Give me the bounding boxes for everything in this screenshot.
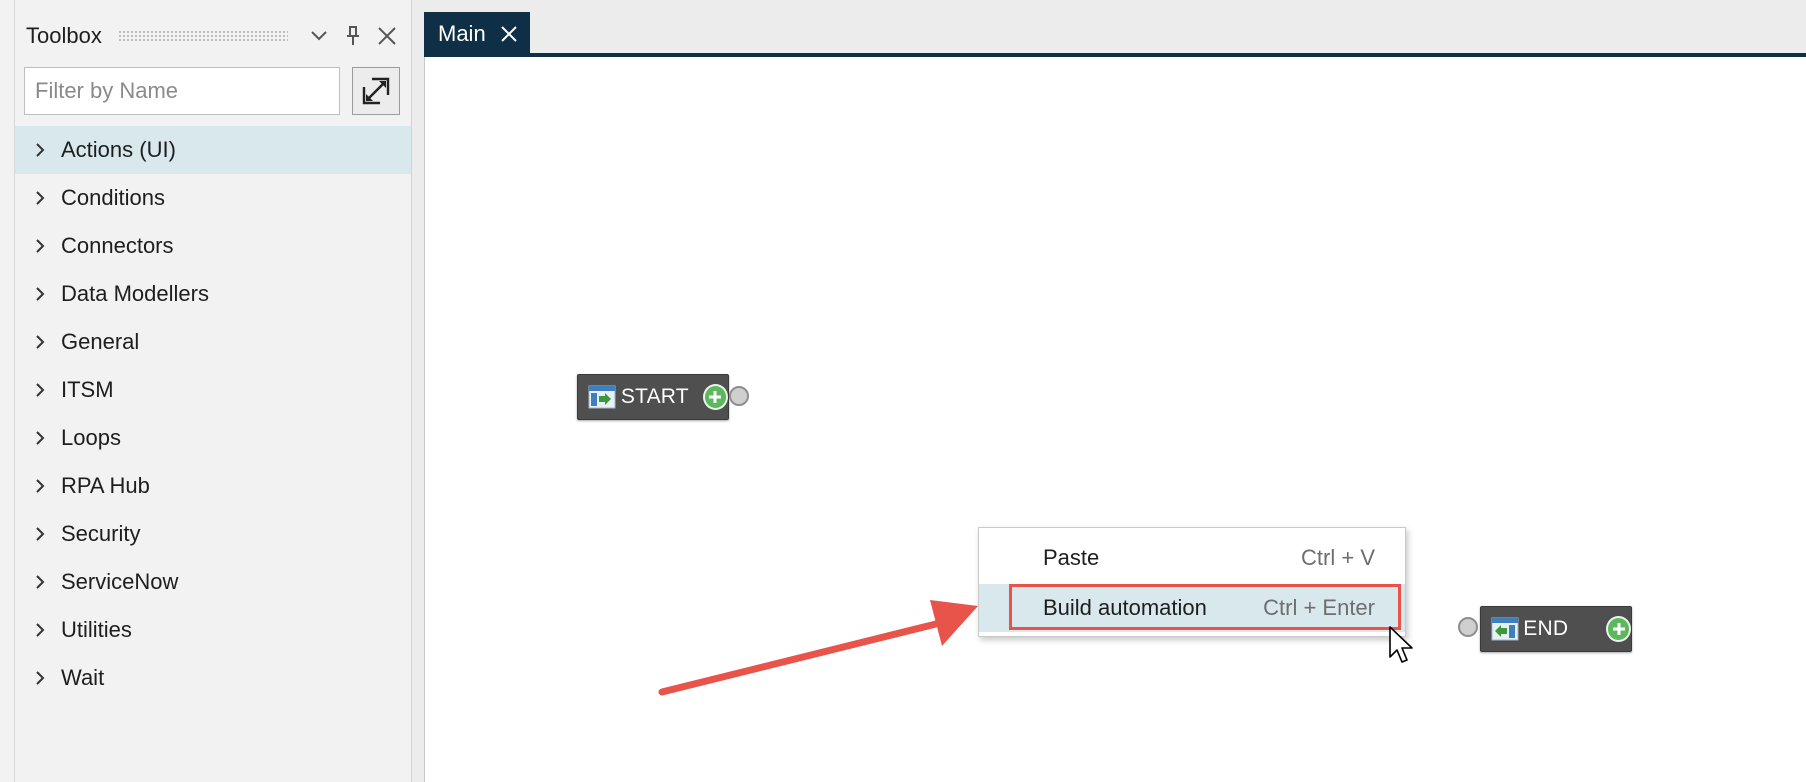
category-label: General [61,329,140,354]
category-list: Actions (UI) Conditions Connectors Data Mod… [15,126,411,702]
chevron-right-icon [15,430,59,446]
category-label: ITSM [61,377,114,402]
category-item[interactable]: RPA Hub [15,462,411,510]
chevron-right-icon [15,286,59,302]
category-item[interactable]: Utilities [15,606,411,654]
category-label: Actions (UI) [61,137,176,162]
category-label: Security [61,521,141,546]
workflow-canvas[interactable]: START END [424,57,1806,782]
category-item[interactable]: Conditions [15,174,411,222]
chevron-right-icon [15,142,59,158]
menu-item-shortcut: Ctrl + V [1301,545,1375,570]
filter-input[interactable] [24,67,340,115]
category-label: Wait [61,665,105,690]
category-item[interactable]: Wait [15,654,411,702]
end-icon [1491,616,1519,642]
tab-label: Main [438,21,486,46]
start-icon [588,384,617,410]
start-node[interactable]: START [577,374,729,420]
start-output-port[interactable] [729,386,749,406]
expand-icon[interactable] [352,67,400,115]
category-item[interactable]: General [15,318,411,366]
start-label: START [620,385,689,408]
category-label: Data Modellers [61,281,209,306]
toolbox-header: Toolbox [14,12,404,60]
chevron-right-icon [15,238,59,254]
category-item[interactable]: Connectors [15,222,411,270]
category-label: Conditions [61,185,165,210]
close-icon[interactable] [370,19,404,53]
chevron-right-icon [15,190,59,206]
toolbox-panel: Toolbox Actions (UI) Conditions Connectors… [0,0,412,782]
chevron-right-icon [15,622,59,638]
tab-bar: Main [424,12,1806,56]
pin-icon[interactable] [336,19,370,53]
category-label: Connectors [61,233,174,258]
chevron-right-icon [15,478,59,494]
chevron-right-icon [15,526,59,542]
category-label: Loops [61,425,121,450]
category-label: RPA Hub [61,473,150,498]
filter-row [24,66,402,116]
chevron-right-icon [15,574,59,590]
close-icon[interactable] [500,25,518,43]
category-label: ServiceNow [61,569,179,594]
end-label: END [1523,617,1569,640]
tab-main[interactable]: Main [424,12,530,56]
category-item[interactable]: ServiceNow [15,558,411,606]
menu-item-label: Paste [1043,545,1100,570]
menu-item-paste[interactable]: Paste Ctrl + V [979,534,1405,582]
end-input-port[interactable] [1458,617,1478,637]
highlight-box [1009,584,1401,630]
category-item[interactable]: Actions (UI) [15,126,411,174]
category-item[interactable]: Loops [15,414,411,462]
category-item[interactable]: ITSM [15,366,411,414]
drag-grip[interactable] [117,30,288,42]
chevron-down-icon[interactable] [302,19,336,53]
chevron-right-icon [15,382,59,398]
add-icon[interactable] [1606,616,1631,642]
chevron-right-icon [15,334,59,350]
chevron-right-icon [15,670,59,686]
category-item[interactable]: Data Modellers [15,270,411,318]
context-menu: Paste Ctrl + V Build automation Ctrl + E… [978,527,1406,637]
toolbox-title: Toolbox [26,23,102,48]
add-icon[interactable] [702,384,728,410]
category-item[interactable]: Security [15,510,411,558]
category-label: Utilities [61,617,132,642]
end-node[interactable]: END [1480,606,1632,652]
